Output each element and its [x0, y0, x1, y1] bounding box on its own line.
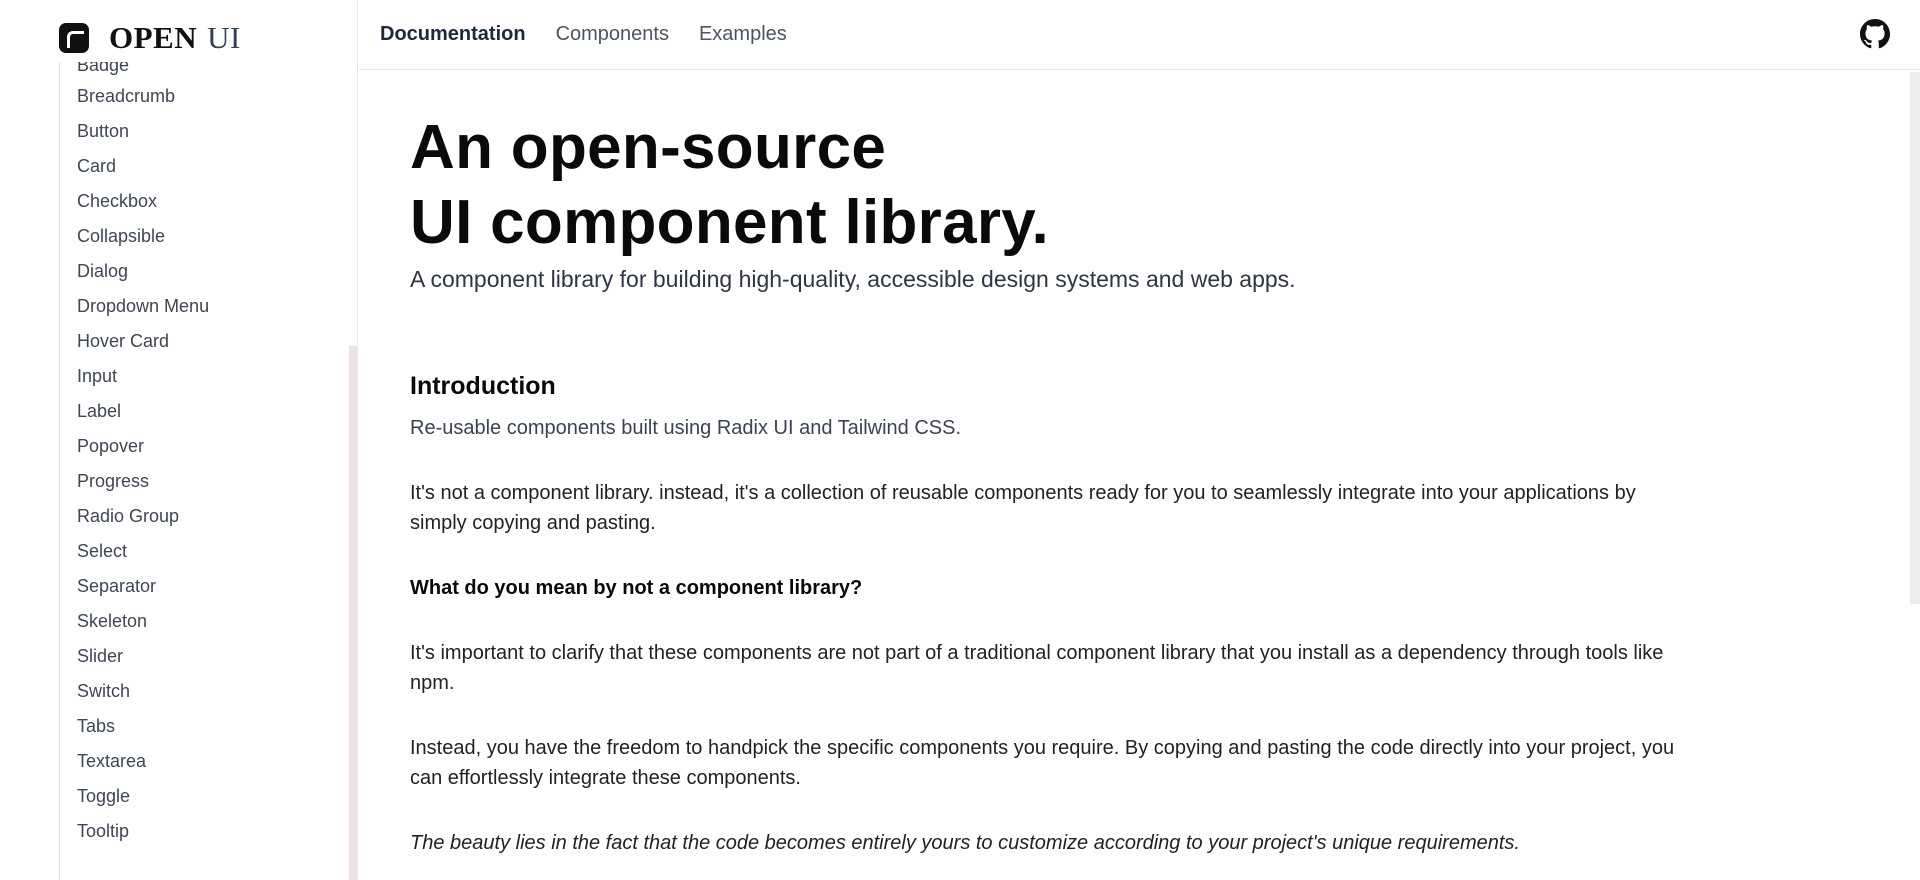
intro-paragraph-beauty: The beauty lies in the fact that the cod…: [410, 832, 1520, 854]
sidebar-item-hover-card[interactable]: Hover Card: [77, 326, 169, 356]
sidebar-item-button[interactable]: Button: [77, 116, 129, 146]
brand-name: OPEN UI: [109, 22, 241, 54]
sidebar-item-tooltip[interactable]: Tooltip: [77, 816, 129, 846]
sidebar-item-popover[interactable]: Popover: [77, 431, 144, 461]
sidebar-item-skeleton[interactable]: Skeleton: [77, 606, 147, 636]
nav-link-documentation[interactable]: Documentation: [380, 23, 526, 46]
github-icon[interactable]: [1860, 19, 1890, 49]
sidebar-item-separator[interactable]: Separator: [77, 571, 156, 601]
question-heading: What do you mean by not a component libr…: [410, 577, 863, 599]
page-title-line-2: UI component library.: [410, 188, 1050, 257]
sidebar-item-collapsible[interactable]: Collapsible: [77, 221, 165, 251]
sidebar-item-slider[interactable]: Slider: [77, 641, 123, 671]
intro-paragraph-collection: It's not a component library. instead, i…: [410, 482, 1636, 534]
intro-lead-paragraph: Re-usable components built using Radix U…: [410, 417, 962, 439]
sidebar-item-toggle[interactable]: Toggle: [77, 781, 130, 811]
intro-paragraph-npm: It's important to clarify that these com…: [410, 642, 1664, 694]
page-title-line-1: An open-source: [410, 113, 887, 182]
sidebar-item-breadcrumb[interactable]: Breadcrumb: [77, 81, 175, 111]
sidebar-item-switch[interactable]: Switch: [77, 676, 130, 706]
sidebar-item-dropdown-menu[interactable]: Dropdown Menu: [77, 291, 209, 321]
open-ui-logo-icon: [59, 23, 89, 53]
brand-name-light: UI: [207, 20, 241, 55]
section-title-introduction: Introduction: [410, 372, 556, 400]
brand[interactable]: OPEN UI: [59, 22, 241, 54]
sidebar-item-radio-group[interactable]: Radio Group: [77, 501, 179, 531]
sidebar-item-select[interactable]: Select: [77, 536, 127, 566]
top-navigation: Documentation Components Examples: [359, 0, 1920, 70]
sidebar-item-input[interactable]: Input: [77, 361, 117, 391]
sidebar: OPEN UI Badge Breadcrumb Button Card Chec…: [0, 0, 358, 880]
sidebar-item-card[interactable]: Card: [77, 151, 116, 181]
sidebar-item-progress[interactable]: Progress: [77, 466, 149, 496]
sidebar-item-badge[interactable]: Badge: [77, 62, 129, 80]
sidebar-scrollbar[interactable]: [349, 346, 357, 880]
sidebar-item-textarea[interactable]: Textarea: [77, 746, 146, 776]
page-scrollbar[interactable]: [1910, 72, 1920, 604]
intro-paragraph-handpick: Instead, you have the freedom to handpic…: [410, 737, 1675, 789]
sidebar-item-dialog[interactable]: Dialog: [77, 256, 128, 286]
sidebar-item-checkbox[interactable]: Checkbox: [77, 186, 157, 216]
page-subtitle: A component library for building high-qu…: [410, 266, 1296, 292]
top-nav-links: Documentation Components Examples: [380, 0, 817, 68]
sidebar-item-label[interactable]: Label: [77, 396, 121, 426]
page-title: An open-source UI component library.: [410, 110, 1690, 260]
nav-link-examples[interactable]: Examples: [699, 23, 787, 46]
brand-name-bold: OPEN: [109, 20, 198, 55]
sidebar-nav-list: Badge Breadcrumb Button Card Checkbox Co…: [59, 62, 319, 880]
sidebar-item-tabs[interactable]: Tabs: [77, 711, 115, 741]
nav-link-components[interactable]: Components: [556, 23, 669, 46]
